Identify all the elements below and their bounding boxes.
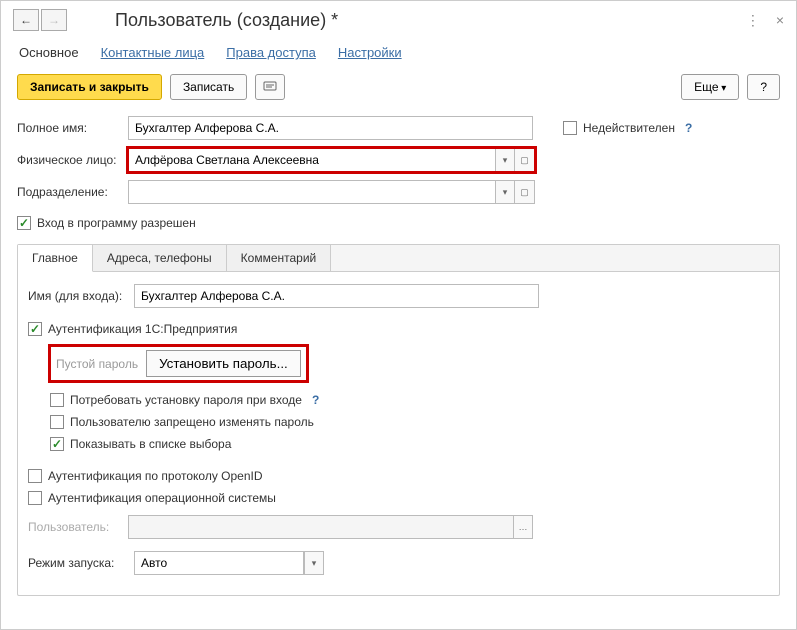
window: ← → Пользователь (создание) * ⋮ × Основн…: [0, 0, 797, 630]
auth-os-checkbox[interactable]: [28, 491, 42, 505]
department-input-group: ▾ ▢: [128, 180, 535, 204]
tab-rights-section[interactable]: Права доступа: [226, 45, 316, 60]
person-label: Физическое лицо:: [17, 153, 122, 167]
department-dropdown-button[interactable]: ▾: [495, 180, 515, 204]
empty-password-label: Пустой пароль: [56, 357, 138, 371]
department-label: Подразделение:: [17, 185, 122, 199]
tab-contacts-section[interactable]: Контактные лица: [101, 45, 205, 60]
toolbar: Записать и закрыть Записать Еще ?: [1, 70, 796, 112]
auth-os-label: Аутентификация операционной системы: [48, 491, 276, 505]
os-user-label: Пользователь:: [28, 520, 128, 534]
show-in-list-checkbox[interactable]: [50, 437, 64, 451]
auth-openid-checkbox[interactable]: [28, 469, 42, 483]
launch-mode-dropdown-button[interactable]: ▾: [304, 551, 324, 575]
inactive-label: Недействителен: [583, 121, 675, 135]
form-area: Полное имя: Недействителен ? Физическое …: [1, 112, 796, 238]
tab-settings-section[interactable]: Настройки: [338, 45, 402, 60]
help-button[interactable]: ?: [747, 74, 780, 100]
login-allowed-checkbox[interactable]: [17, 216, 31, 230]
tab-main[interactable]: Главное: [18, 245, 93, 272]
inactive-checkbox[interactable]: [563, 121, 577, 135]
nav-back-button[interactable]: ←: [13, 9, 39, 31]
auth-1c-checkbox[interactable]: [28, 322, 42, 336]
person-input-group: ▾ ▢: [128, 148, 535, 172]
loginname-label: Имя (для входа):: [28, 289, 128, 303]
more-button[interactable]: Еще: [681, 74, 739, 100]
require-password-label: Потребовать установку пароля при входе: [70, 393, 302, 407]
require-password-help-icon[interactable]: ?: [312, 393, 319, 407]
menu-icon[interactable]: ⋮: [746, 12, 760, 29]
login-allowed-label: Вход в программу разрешен: [37, 216, 196, 230]
person-open-button[interactable]: ▢: [515, 148, 535, 172]
nav-forward-button[interactable]: →: [41, 9, 67, 31]
nav-buttons: ← →: [13, 9, 67, 31]
deny-change-label: Пользователю запрещено изменять пароль: [70, 415, 314, 429]
auth-1c-label: Аутентификация 1С:Предприятия: [48, 322, 237, 336]
fullname-input[interactable]: [128, 116, 533, 140]
tab-addresses[interactable]: Адреса, телефоны: [93, 245, 227, 271]
set-password-button[interactable]: Установить пароль...: [146, 350, 301, 377]
department-open-button[interactable]: ▢: [515, 180, 535, 204]
section-tabs: Основное Контактные лица Права доступа Н…: [1, 39, 796, 70]
save-button[interactable]: Записать: [170, 74, 247, 100]
person-dropdown-button[interactable]: ▾: [495, 148, 515, 172]
os-user-input: [128, 515, 513, 539]
person-input[interactable]: [128, 148, 495, 172]
launch-mode-label: Режим запуска:: [28, 556, 128, 570]
department-input[interactable]: [128, 180, 495, 204]
auth-openid-label: Аутентификация по протоколу OpenID: [48, 469, 263, 483]
close-icon[interactable]: ×: [776, 12, 784, 28]
window-title: Пользователь (создание) *: [115, 10, 738, 31]
os-user-select-button[interactable]: …: [513, 515, 533, 539]
details-panel: Главное Адреса, телефоны Комментарий Имя…: [17, 244, 780, 596]
titlebar: ← → Пользователь (создание) * ⋮ ×: [1, 1, 796, 39]
save-close-button[interactable]: Записать и закрыть: [17, 74, 162, 100]
inactive-help-icon[interactable]: ?: [685, 121, 692, 135]
launch-mode-select[interactable]: [134, 551, 304, 575]
tab-main-section[interactable]: Основное: [19, 45, 79, 60]
chat-icon: [263, 80, 277, 94]
deny-change-checkbox[interactable]: [50, 415, 64, 429]
discuss-button[interactable]: [255, 74, 285, 100]
tab-comment[interactable]: Комментарий: [227, 245, 332, 271]
require-password-checkbox[interactable]: [50, 393, 64, 407]
show-in-list-label: Показывать в списке выбора: [70, 437, 231, 451]
loginname-input[interactable]: [134, 284, 539, 308]
fullname-label: Полное имя:: [17, 121, 122, 135]
details-tabs: Главное Адреса, телефоны Комментарий: [18, 245, 779, 272]
